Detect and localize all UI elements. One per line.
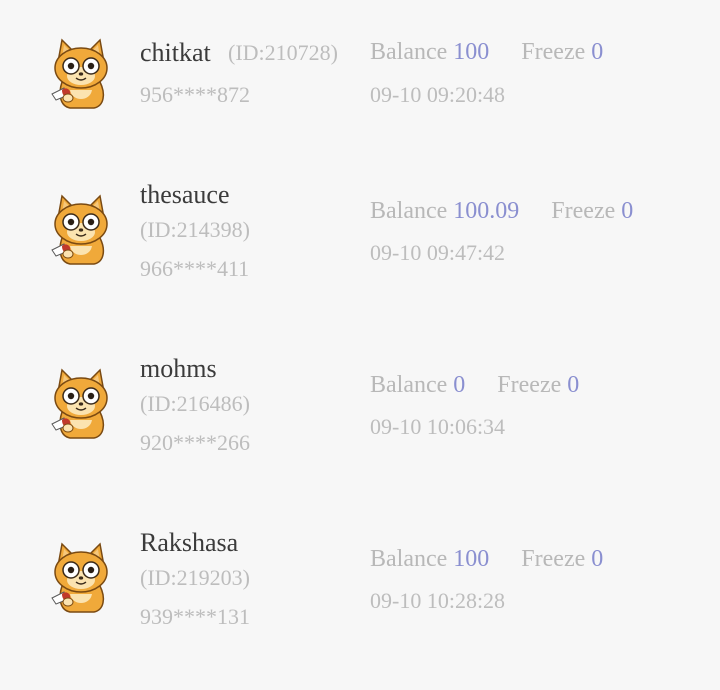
list-item[interactable]: mohms (ID:216486) 920****266 Balance 0 Fr… — [0, 356, 720, 516]
freeze-value: 0 — [591, 39, 604, 65]
timestamp: 09-10 10:28:28 — [370, 588, 506, 613]
balance-value: 0 — [453, 372, 466, 398]
balance-value: 100 — [453, 39, 490, 65]
member-name: Rakshasa — [140, 528, 239, 557]
balance-freeze-line: Balance 100 Freeze 0 — [370, 547, 603, 571]
freeze-label: Freeze — [521, 546, 586, 572]
member-id: (ID:216486) — [140, 391, 250, 416]
freeze-value: 0 — [621, 198, 634, 224]
balance-label: Balance — [370, 39, 448, 65]
cat-avatar-icon — [48, 366, 114, 440]
freeze-label: Freeze — [551, 198, 616, 224]
balance-label: Balance — [370, 372, 448, 398]
freeze-label: Freeze — [497, 372, 562, 398]
timestamp: 09-10 09:20:48 — [370, 82, 506, 107]
list-item[interactable]: chitkat (ID:210728) 956****872 Balance 1… — [0, 36, 720, 196]
member-name: chitkat — [140, 38, 211, 67]
member-list: chitkat (ID:210728) 956****872 Balance 1… — [0, 0, 720, 665]
freeze-value: 0 — [567, 372, 580, 398]
member-name: thesauce — [140, 180, 230, 209]
member-id: (ID:219203) — [140, 565, 250, 590]
balance-label: Balance — [370, 198, 448, 224]
member-phone: 920****266 — [140, 430, 250, 455]
member-phone: 956****872 — [140, 82, 250, 107]
balance-freeze-line: Balance 0 Freeze 0 — [370, 373, 579, 397]
balance-label: Balance — [370, 546, 448, 572]
timestamp: 09-10 09:47:42 — [370, 240, 506, 265]
balance-value: 100.09 — [453, 198, 520, 224]
member-id: (ID:210728) — [228, 40, 338, 65]
cat-avatar-icon — [48, 540, 114, 614]
freeze-label: Freeze — [521, 39, 586, 65]
member-phone: 939****131 — [140, 604, 250, 629]
balance-freeze-line: Balance 100 Freeze 0 — [370, 40, 603, 64]
cat-avatar-icon — [48, 36, 114, 110]
freeze-value: 0 — [591, 546, 604, 572]
list-item[interactable]: Rakshasa (ID:219203) 939****131 Balance … — [0, 530, 720, 690]
balance-value: 100 — [453, 546, 490, 572]
balance-freeze-line: Balance 100.09 Freeze 0 — [370, 199, 633, 223]
member-phone: 966****411 — [140, 256, 250, 281]
cat-avatar-icon — [48, 192, 114, 266]
timestamp: 09-10 10:06:34 — [370, 414, 506, 439]
list-item[interactable]: thesauce (ID:214398) 966****411 Balance … — [0, 182, 720, 342]
member-id: (ID:214398) — [140, 217, 250, 242]
member-name: mohms — [140, 354, 217, 383]
